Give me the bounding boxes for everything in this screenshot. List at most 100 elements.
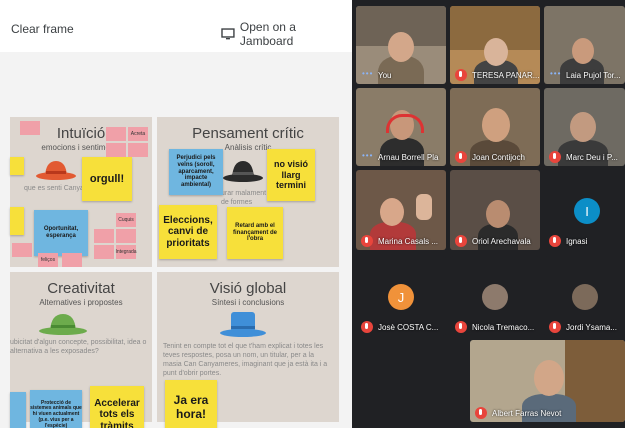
sticky-note-proteccio[interactable]: Protecció de sistemes animals que hi viu… [30,390,82,428]
participant-face [388,32,414,62]
tiny-note[interactable] [20,121,40,135]
tiny-note[interactable]: Cuquis [116,213,136,227]
sticky-note-oportunitat[interactable]: Oportunitat, esperança [34,210,88,256]
participant-tile[interactable]: ••• Laia Pujol Tor... [544,6,625,84]
mic-off-icon [455,151,467,163]
participant-tile-you[interactable]: ••• You [356,6,446,84]
sticky-note-perjudici[interactable]: Perjudici pels veïns (soroll, aparcament… [169,149,223,195]
participant-tile[interactable]: Marc Deu i P... [544,88,625,166]
sticky-note-ja-era[interactable]: Ja era hora! [165,380,217,428]
participant-name: Marc Deu i P... [566,153,618,162]
mic-off-icon [455,235,467,247]
quadrant-creativitat: Creativitat Alternatives i propostes ubi… [10,272,152,428]
quadrant-title: Visió global [209,280,287,297]
sticky-note-partial[interactable] [10,392,26,428]
tiny-note[interactable]: Acreta [128,127,148,141]
participant-name: TERESA PANAR... [472,71,540,80]
tiny-note[interactable] [128,143,148,157]
participant-name: Joan Contijoch [472,153,525,162]
tiny-note[interactable] [62,253,82,267]
participant-tile[interactable]: I Ignasi [544,170,625,250]
participant-tile[interactable]: TERESA PANAR... [450,6,540,84]
participant-face [380,198,404,226]
tiny-note[interactable] [94,245,114,259]
participant-avatar-photo [482,284,508,310]
quadrant-title: Pensament crític [192,125,304,142]
quadrant-subtitle: Alternatives i propostes [39,298,123,307]
participant-tile[interactable]: Nicola Tremaco... [450,256,540,336]
red-hat-icon [36,161,76,180]
participant-name: You [378,71,392,80]
participant-name: Jordi Ysama... [566,323,617,332]
headphones-icon [386,114,424,133]
tiny-note[interactable]: Integrada [115,245,137,259]
green-hat-icon [39,314,87,335]
participant-name: Laia Pujol Tor... [566,71,621,80]
tiny-note[interactable] [94,229,114,243]
participant-tile[interactable]: J Josè COSTA C... [356,256,446,336]
quadrant-prompt: Tenint en compte tot el que t'ham explic… [163,343,328,378]
clear-frame-button[interactable]: Clear frame [11,22,74,36]
sticky-note-accelerar[interactable]: Accelerar tots els tràmits [90,386,144,428]
participant-avatar: J [388,284,414,310]
audio-indicator-icon: ••• [550,69,562,78]
sticky-note-partial[interactable] [10,207,24,235]
participant-tile[interactable]: Joan Contijoch [450,88,540,166]
screen-share-icon [221,28,235,40]
participant-face [534,360,564,396]
quadrant-pensament: Pensament crític Anàlisis crític urar ma… [157,117,339,267]
tiny-note[interactable] [12,243,32,257]
mic-off-icon [455,321,467,333]
participant-tile[interactable]: ••• Arnau Borrell Pla [356,88,446,166]
audio-indicator-icon: ••• [362,151,374,160]
participant-name: Albert Farras Nevot [492,409,562,418]
quadrant-visio: Visió global Síntesi i conclusions Tenin… [157,272,339,428]
mic-off-icon [549,321,561,333]
open-on-jamboard-button[interactable]: Open on a Jamboard [221,20,352,48]
audio-indicator-icon: ••• [362,69,374,78]
participant-name: Nicola Tremaco... [472,323,535,332]
participant-tile[interactable]: Jordi Ysama... [544,256,625,336]
participant-avatar: I [574,198,600,224]
mic-off-icon [455,69,467,81]
mic-off-icon [549,235,561,247]
participant-face [482,108,510,142]
participant-name: Oriol Arechavala [472,237,531,246]
participant-face [572,38,594,64]
mic-off-icon [361,235,373,247]
sticky-note-partial[interactable] [10,157,24,175]
participant-tile[interactable]: Oriol Arechavala [450,170,540,250]
jamboard-toolbar: Clear frame Open on a Jamboard [0,0,352,53]
sticky-note-orgull[interactable]: orgull! [82,157,132,201]
participant-face [570,112,596,142]
sticky-note-eleccions[interactable]: Eleccions, canvi de prioritats [159,205,217,259]
participant-name: Marina Casals ... [378,237,439,246]
quadrant-prompt: ubicitat d'algun concepte, possibilitat,… [10,339,147,356]
participant-name: Ignasi [566,237,588,246]
black-hat-icon [223,161,263,182]
participant-avatar-photo [572,284,598,310]
raised-hand [416,194,432,220]
participant-name: Arnau Borrell Pla [378,153,439,162]
mic-off-icon [475,407,487,419]
participant-tile[interactable]: Albert Farras Nevot [470,340,625,422]
jamboard-canvas[interactable]: Intuïció emocions i sentiments que es se… [0,52,352,428]
quadrant-subtitle: Síntesi i conclusions [211,298,285,307]
tiny-note[interactable] [116,229,136,243]
meet-participants-grid: ••• You TERESA PANAR... ••• Laia Pujol T… [352,0,625,428]
participant-tile[interactable]: Marina Casals ... [356,170,446,250]
quadrant-title: Creativitat [47,280,115,297]
open-on-jamboard-label: Open on a Jamboard [239,20,296,48]
sticky-note-retard[interactable]: Retard amb el finançament de l'obra [227,207,283,259]
tiny-note[interactable] [106,127,126,141]
participant-face [486,200,510,228]
tiny-note[interactable] [106,143,126,157]
tiny-note[interactable]: feliços [38,253,58,267]
blue-hat-icon [220,312,266,337]
participant-name: Josè COSTA C... [378,323,439,332]
participant-face [484,38,508,66]
mic-off-icon [361,321,373,333]
sticky-note-no-visio[interactable]: no visió llarg termini [267,149,315,201]
jamboard-panel: Clear frame Open on a Jamboard Intuïció … [0,0,352,428]
mic-off-icon [549,151,561,163]
